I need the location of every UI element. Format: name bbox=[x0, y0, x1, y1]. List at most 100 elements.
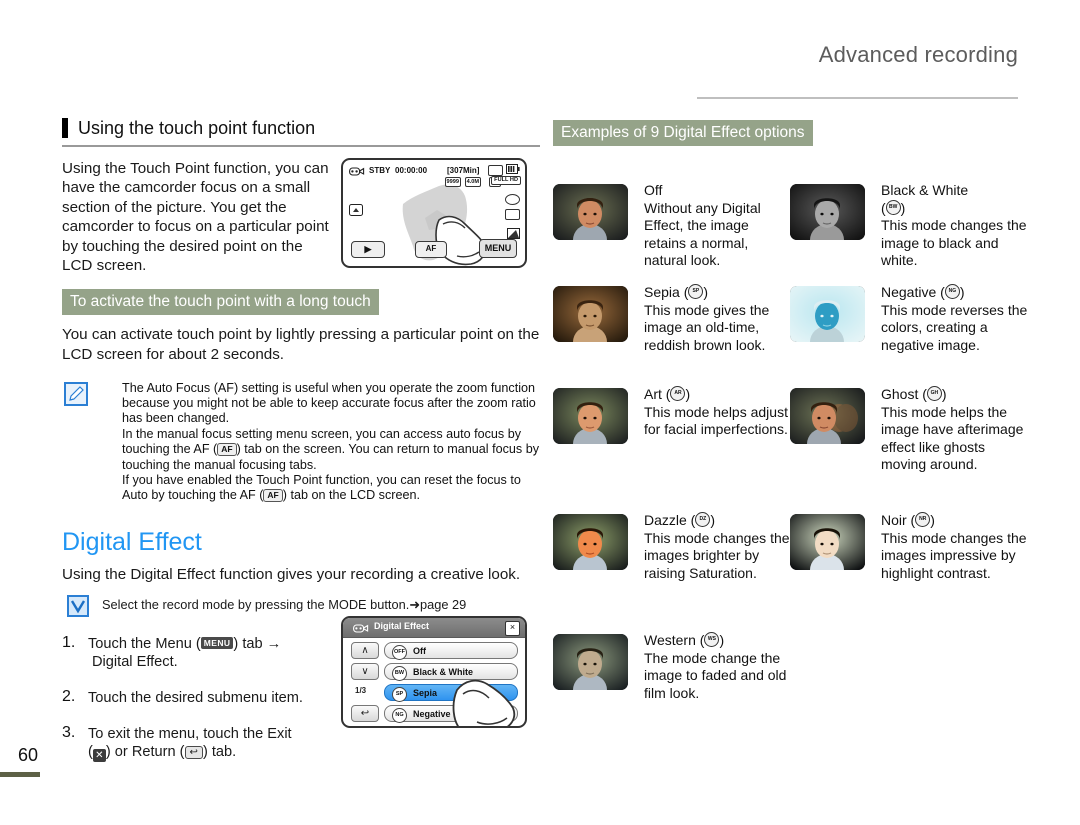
lcd-badge-3: FULL HD bbox=[491, 176, 521, 185]
effect-thumbnail-noir bbox=[790, 514, 865, 570]
effect-noir-name-line: Noir (NR) bbox=[881, 512, 935, 528]
effects-grid: Off Without any Digital Effect, the imag… bbox=[553, 164, 1027, 724]
anti-shake-icon bbox=[505, 194, 520, 205]
bw-effect-icon: BW bbox=[885, 199, 901, 215]
effect-sepia-text: Sepia (SP) This mode gives the image an … bbox=[644, 284, 794, 354]
menu-item-negative-label: Negative bbox=[413, 709, 451, 719]
note-line-2: In the manual focus setting menu screen,… bbox=[122, 427, 540, 473]
return-button[interactable]: ↩ bbox=[351, 705, 379, 722]
menu-item-off[interactable]: OFF Off bbox=[384, 642, 518, 660]
lcd-status-text: STBY bbox=[369, 166, 391, 175]
ghost-effect-icon: GH bbox=[926, 386, 942, 401]
effects-heading: Examples of 9 Digital Effect options bbox=[553, 120, 813, 146]
step-1-number: 1. bbox=[62, 634, 76, 652]
note-line-3-post: ) tab on the LCD screen. bbox=[282, 488, 420, 503]
scene-icon bbox=[507, 228, 520, 239]
effect-negative-name-line: Negative (NG) bbox=[881, 284, 965, 300]
dazzle-effect-icon: DZ bbox=[695, 512, 711, 527]
lcd-timecode: 00:00:00 bbox=[395, 166, 428, 175]
effect-off-name: Off bbox=[644, 182, 663, 198]
checkmark-icon: ✓ bbox=[375, 690, 383, 700]
effect-bw-text: Black & White (BW) This mode changes the… bbox=[881, 182, 1031, 270]
camcorder-icon-menu bbox=[353, 624, 369, 633]
note-block: The Auto Focus (AF) setting is useful wh… bbox=[62, 381, 540, 504]
page-indicator: 1/3 bbox=[355, 686, 367, 695]
effect-thumbnail-western bbox=[553, 634, 628, 690]
heading-accent-bar bbox=[62, 118, 68, 138]
effect-art-text: Art (AR) This mode helps adjust for faci… bbox=[644, 386, 794, 439]
effect-dazzle-name: Dazzle bbox=[644, 512, 687, 528]
effect-sepia-name-line: Sepia (SP) bbox=[644, 284, 709, 300]
af-tab-icon: AF bbox=[217, 443, 237, 457]
effect-art-name: Art bbox=[644, 386, 662, 402]
step-2-text: Touch the desired submenu item. bbox=[88, 690, 303, 707]
note-line-3: If you have enabled the Touch Point func… bbox=[122, 473, 540, 504]
effect-thumbnail-off bbox=[553, 184, 628, 240]
page-header: Advanced recording bbox=[0, 0, 1080, 106]
menu-tab[interactable]: MENU bbox=[479, 239, 517, 258]
check-note-arrow: ➜ bbox=[409, 597, 421, 613]
page-number: 60 bbox=[18, 745, 39, 765]
menu-title: Digital Effect bbox=[374, 621, 430, 631]
effect-negative-name: Negative bbox=[881, 284, 937, 300]
lcd-badge-1: 4.0M bbox=[464, 177, 481, 187]
effect-thumbnail-art bbox=[553, 388, 628, 444]
effect-thumbnail-ghost bbox=[790, 388, 865, 444]
effect-thumbnail-bw bbox=[790, 184, 865, 240]
effect-sepia-desc: This mode gives the image an old-time, r… bbox=[644, 301, 770, 353]
af-tab[interactable]: AF bbox=[415, 241, 447, 258]
menu-item-sepia-label: Sepia bbox=[413, 688, 438, 698]
header-divider bbox=[697, 97, 1018, 99]
page-title: Advanced recording bbox=[818, 42, 1018, 67]
memory-card-icon bbox=[488, 165, 503, 176]
effect-thumbnail-negative bbox=[790, 286, 865, 342]
return-arrow-icon: ↩ bbox=[184, 746, 203, 760]
battery-icon bbox=[506, 164, 520, 174]
effect-negative-text: Negative (NG) This mode reverses the col… bbox=[881, 284, 1031, 354]
scroll-down-button[interactable]: ∨ bbox=[351, 663, 379, 680]
intro-paragraph: Using the Touch Point function, you can … bbox=[62, 160, 329, 275]
step-2: 2. Touch the desired submenu item. bbox=[62, 688, 337, 707]
effect-thumbnail-dazzle bbox=[553, 514, 628, 570]
effect-dazzle-name-line: Dazzle (DZ) bbox=[644, 512, 716, 528]
touch-point-icon bbox=[349, 204, 363, 216]
page-number-bar bbox=[0, 772, 40, 777]
noir-effect-icon: NR bbox=[915, 512, 931, 527]
digital-effect-paragraph: Using the Digital Effect function gives … bbox=[62, 565, 521, 583]
digital-effect-heading: Digital Effect bbox=[62, 527, 202, 556]
effect-sepia-icon: SP bbox=[392, 687, 407, 702]
record-mode-icon bbox=[505, 209, 520, 220]
playback-tab[interactable]: ▶ bbox=[351, 241, 385, 258]
step-1: 1. Touch the Menu (MENU) tab → Digital E… bbox=[62, 634, 337, 671]
touch-point-lcd-preview: STBY 00:00:00 [307Min] 9999 4.0M SD FULL… bbox=[341, 158, 527, 268]
effect-off-desc: Without any Digital Effect, the image re… bbox=[644, 199, 761, 269]
right-column: Examples of 9 Digital Effect options Off… bbox=[553, 120, 1027, 724]
camcorder-icon bbox=[349, 167, 365, 176]
lcd-remaining-time: [307Min] bbox=[447, 166, 480, 175]
menu-title-bar bbox=[343, 618, 525, 638]
effect-ghost-name: Ghost bbox=[881, 386, 919, 402]
scroll-up-button[interactable]: ∧ bbox=[351, 642, 379, 659]
effect-dazzle-desc: This mode changes the images brighter by… bbox=[644, 529, 790, 581]
step-3-post: ) tab. bbox=[202, 744, 237, 761]
effect-noir-desc: This mode changes the images impressive … bbox=[881, 529, 1027, 581]
af-tab-icon-2: AF bbox=[263, 489, 283, 503]
effect-bw-icon-line: (BW) bbox=[881, 199, 906, 216]
note-line-1: The Auto Focus (AF) setting is useful wh… bbox=[122, 380, 536, 426]
effect-art-desc: This mode helps adjust for facial imperf… bbox=[644, 403, 788, 438]
step-3-text: To exit the menu, touch the Exit bbox=[88, 726, 292, 743]
effect-dazzle-text: Dazzle (DZ) This mode changes the images… bbox=[644, 512, 794, 582]
effect-western-desc: The mode change the image to faded and o… bbox=[644, 649, 787, 701]
effect-bw-icon: BW bbox=[392, 666, 407, 681]
section-heading-text: Using the touch point function bbox=[78, 118, 316, 138]
close-icon[interactable]: × bbox=[505, 621, 520, 636]
menu-item-off-label: Off bbox=[413, 646, 426, 656]
effect-western-name: Western bbox=[644, 632, 696, 648]
effect-sepia-name: Sepia bbox=[644, 284, 680, 300]
effect-negative-desc: This mode reverses the colors, creating … bbox=[881, 301, 1028, 353]
effect-noir-name: Noir bbox=[881, 512, 907, 528]
steps-list: 1. Touch the Menu (MENU) tab → Digital E… bbox=[62, 634, 337, 763]
effect-art-name-line: Art (AR) bbox=[644, 386, 691, 402]
step-3-line2: (✕) or Return (↩) tab. bbox=[88, 743, 337, 763]
effect-ghost-desc: This mode helps the image have afterimag… bbox=[881, 403, 1024, 473]
